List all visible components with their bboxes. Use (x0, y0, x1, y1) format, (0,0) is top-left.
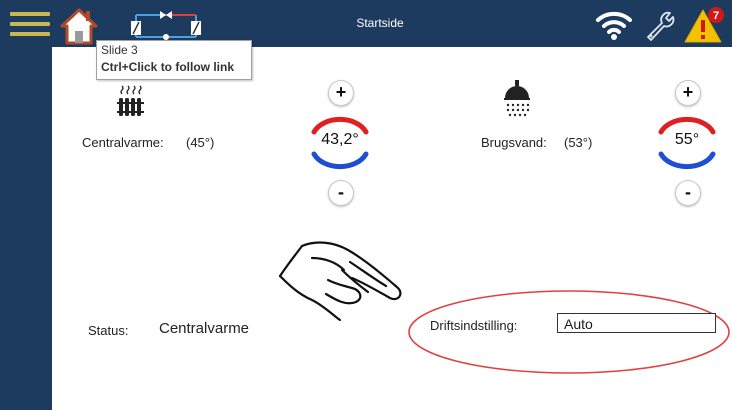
tooltip-hint: Ctrl+Click to follow link (101, 60, 235, 74)
operating-mode-field[interactable]: Auto (557, 313, 716, 333)
hot-water-label: Brugsvand: (481, 135, 547, 150)
hot-water-setpoint: (53°) (564, 135, 593, 150)
page-title: Startside (356, 16, 404, 30)
left-sidebar (0, 47, 52, 410)
wifi-icon[interactable] (594, 8, 634, 42)
status-value: Centralvarme (159, 320, 250, 337)
hot-water-temperature-gauge: 55° (655, 108, 719, 178)
radiator-icon (116, 84, 146, 118)
alert-count-badge: 7 (713, 10, 719, 22)
central-heating-label: Centralvarme: (82, 135, 164, 150)
operating-mode-label: Driftsindstilling: (430, 318, 518, 333)
heating-decrease-button[interactable]: - (328, 180, 354, 206)
heating-temperature-gauge: 43,2° (308, 108, 372, 178)
pointing-hand-icon (276, 236, 406, 326)
hot-water-decrease-button[interactable]: - (675, 180, 701, 206)
link-tooltip: Slide 3 Ctrl+Click to follow link (96, 40, 252, 80)
warning-alerts-icon[interactable]: 7 (683, 6, 727, 44)
shower-icon (500, 78, 534, 118)
status-label: Status: (88, 323, 129, 338)
heating-current-temp: 43,2° (321, 131, 359, 148)
heating-increase-button[interactable]: + (328, 80, 354, 106)
hot-water-current-temp: 55° (674, 131, 700, 148)
central-heating-setpoint: (45°) (186, 135, 215, 150)
tooltip-title: Slide 3 (101, 43, 138, 57)
system-schematic-icon[interactable] (126, 7, 206, 43)
home-icon[interactable] (60, 7, 98, 45)
hot-water-increase-button[interactable]: + (675, 80, 701, 106)
wrench-settings-icon[interactable] (642, 9, 676, 41)
hamburger-menu-icon[interactable] (10, 10, 50, 38)
